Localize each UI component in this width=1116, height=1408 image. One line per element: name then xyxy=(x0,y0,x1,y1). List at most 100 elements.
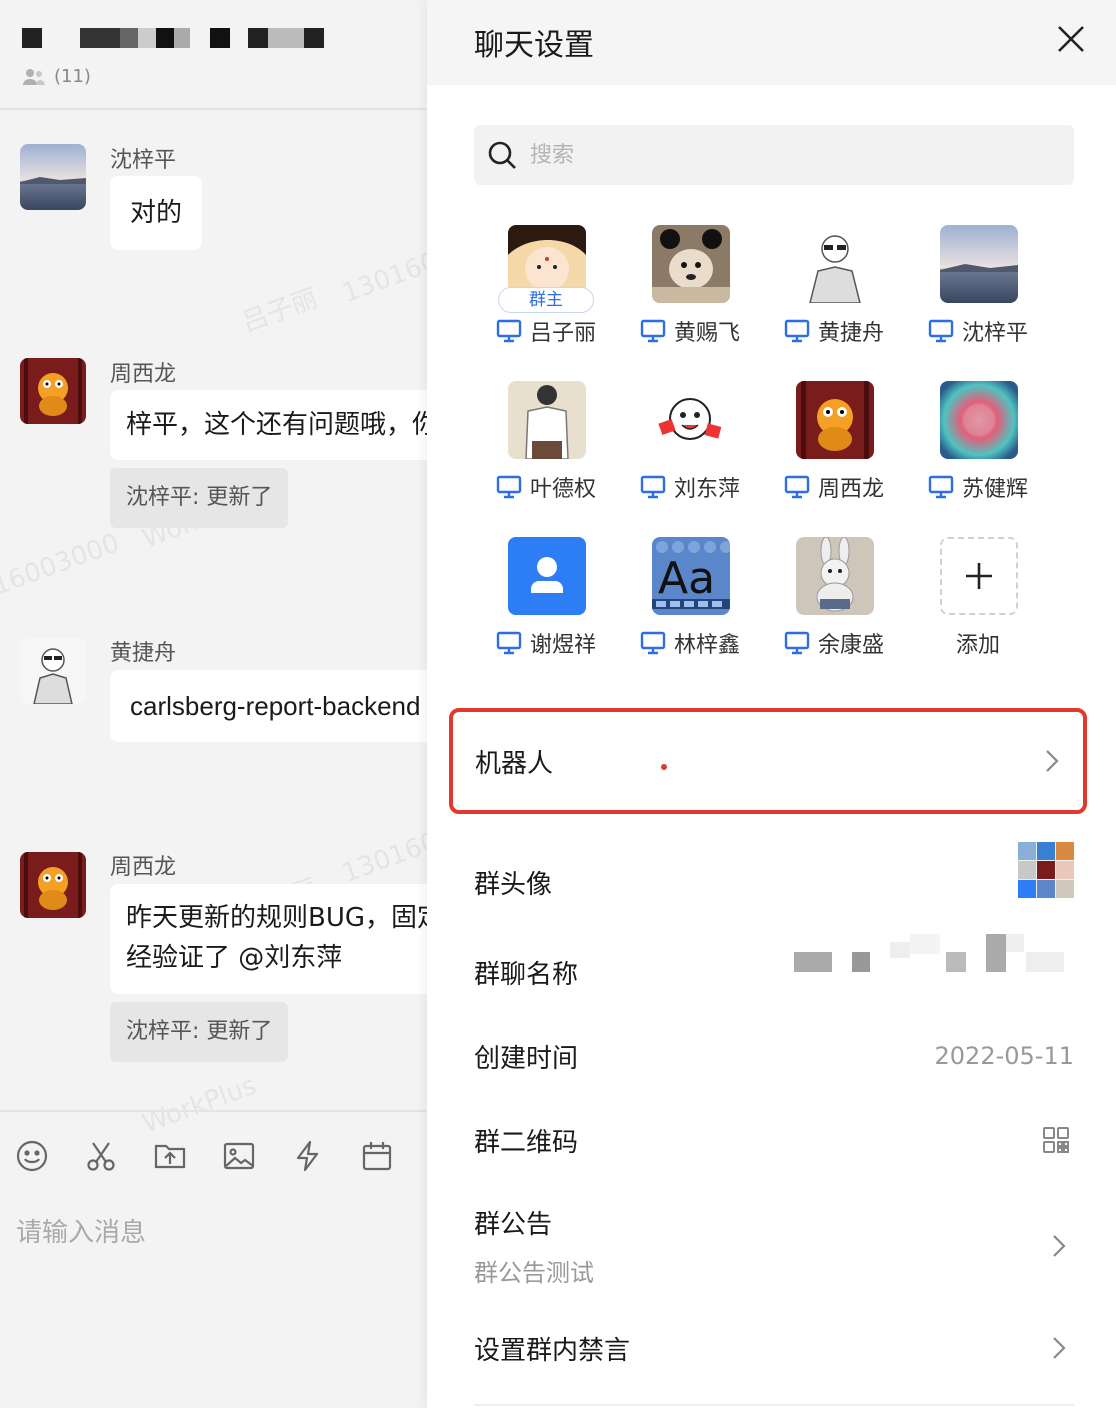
desktop-icon xyxy=(640,319,666,343)
avatar xyxy=(796,537,874,615)
member-item[interactable]: 黄捷舟 xyxy=(762,225,906,365)
file-upload-button[interactable] xyxy=(152,1138,188,1174)
member-item[interactable]: 沈梓平 xyxy=(906,225,1050,365)
announcement-row[interactable]: 群公告 群公告测试 xyxy=(474,1206,1074,1287)
avatar xyxy=(508,537,586,615)
emoji-button[interactable] xyxy=(14,1138,50,1174)
sender-name: 黄捷舟 xyxy=(110,641,177,666)
member-name: 黄捷舟 xyxy=(817,321,884,346)
schedule-button[interactable] xyxy=(359,1138,395,1174)
desktop-icon xyxy=(496,475,522,499)
watermark: 1301600 xyxy=(338,821,427,889)
member-name: 刘东萍 xyxy=(673,477,740,502)
member-label: 黄赐飞 xyxy=(618,315,762,347)
group-name-label: 群聊名称 xyxy=(474,959,579,990)
calendar-icon xyxy=(362,1142,392,1171)
message-input[interactable]: 请输入消息 xyxy=(16,1212,146,1249)
member-item[interactable]: 谢煜祥 xyxy=(474,537,618,677)
add-member-button[interactable]: 添加 xyxy=(906,537,1050,677)
created-time-row: 创建时间 2022-05-11 xyxy=(474,1038,1074,1074)
member-name: 吕子丽 xyxy=(529,321,596,346)
member-item[interactable]: 余康盛 xyxy=(762,537,906,677)
message-bubble[interactable]: carlsberg-report-backend xyxy=(110,670,427,742)
member-label: 余康盛 xyxy=(762,627,906,659)
announcement-preview: 群公告测试 xyxy=(474,1259,594,1287)
sender-name: 周西龙 xyxy=(110,362,177,387)
group-name-row[interactable]: 群聊名称 xyxy=(474,934,1074,992)
chevron-right-icon xyxy=(1053,1235,1066,1257)
search-input[interactable] xyxy=(530,142,1050,168)
created-time-value: 2022-05-11 xyxy=(934,1042,1074,1070)
created-time-label: 创建时间 xyxy=(474,1043,579,1074)
avatar xyxy=(508,381,586,459)
announcement-label: 群公告 xyxy=(474,1210,553,1240)
avatar xyxy=(652,225,730,303)
input-toolbar xyxy=(0,1110,427,1200)
message-line: 昨天更新的规则BUG，固定 xyxy=(126,903,427,933)
member-item[interactable]: 苏健辉 xyxy=(906,381,1050,521)
message-bubble[interactable]: 昨天更新的规则BUG，固定 经验证了 @刘东萍 xyxy=(110,884,427,994)
qr-code-icon xyxy=(1043,1127,1069,1153)
member-name: 叶德权 xyxy=(529,477,596,502)
desktop-icon xyxy=(640,475,666,499)
folder-upload-icon xyxy=(154,1144,186,1169)
member-label: 黄捷舟 xyxy=(762,315,906,347)
mute-label: 设置群内禁言 xyxy=(474,1335,631,1366)
member-search[interactable] xyxy=(474,125,1074,185)
reply-quote[interactable]: 沈梓平: 更新了 xyxy=(110,468,289,528)
members-icon xyxy=(23,68,45,85)
robot-setting-row[interactable]: 机器人 xyxy=(449,708,1087,814)
reply-quote[interactable]: 沈梓平: 更新了 xyxy=(110,1002,289,1062)
message-line: 经验证了 @刘东萍 xyxy=(126,943,343,973)
scissors-icon xyxy=(87,1142,115,1171)
group-avatar-row[interactable]: 群头像 xyxy=(474,842,1074,902)
member-name: 余康盛 xyxy=(817,633,884,658)
close-icon xyxy=(1058,26,1084,52)
lightning-icon xyxy=(296,1140,319,1172)
chat-title-blurred xyxy=(22,28,324,48)
desktop-icon xyxy=(640,631,666,655)
member-label: 叶德权 xyxy=(474,471,618,503)
group-avatar-label: 群头像 xyxy=(474,869,553,900)
desktop-icon xyxy=(496,631,522,655)
member-item[interactable]: 周西龙 xyxy=(762,381,906,521)
qr-code-row[interactable]: 群二维码 xyxy=(474,1122,1074,1158)
member-item[interactable]: 黄赐飞 xyxy=(618,225,762,365)
avatar: Aa xyxy=(652,537,730,615)
mute-row[interactable]: 设置群内禁言 xyxy=(474,1330,1074,1366)
quick-reply-button[interactable] xyxy=(290,1138,326,1174)
desktop-icon xyxy=(784,631,810,655)
add-box xyxy=(940,537,1018,615)
member-label: 添加 xyxy=(906,627,1050,659)
message-bubble[interactable]: 梓平，这个还有问题哦，你 xyxy=(110,390,427,460)
member-item[interactable]: Aa 林梓鑫 xyxy=(618,537,762,677)
chevron-right-icon xyxy=(1046,750,1059,772)
chat-panel: (11) 吕子丽 1301600 16003000 WorkPlus 吕子丽 1… xyxy=(0,0,427,1408)
avatar[interactable] xyxy=(20,144,86,210)
chat-header: (11) xyxy=(0,0,427,110)
message-bubble[interactable]: 对的 xyxy=(110,176,203,250)
svg-text:Aa: Aa xyxy=(658,553,715,604)
qr-code-label: 群二维码 xyxy=(474,1127,579,1158)
robot-label: 机器人 xyxy=(475,748,554,779)
close-button[interactable] xyxy=(1054,22,1088,56)
avatar xyxy=(940,381,1018,459)
screenshot-button[interactable] xyxy=(83,1138,119,1174)
member-name: 黄赐飞 xyxy=(673,321,740,346)
desktop-icon xyxy=(928,319,954,343)
avatar[interactable] xyxy=(20,358,86,424)
avatar[interactable] xyxy=(20,852,86,918)
sender-name: 周西龙 xyxy=(110,855,177,880)
desktop-icon xyxy=(928,475,954,499)
watermark: 1301600 xyxy=(338,241,427,309)
sender-name: 沈梓平 xyxy=(110,148,177,173)
image-button[interactable] xyxy=(221,1138,257,1174)
member-item[interactable]: 刘东萍 xyxy=(618,381,762,521)
chevron-right-icon xyxy=(1053,1337,1066,1359)
add-label: 添加 xyxy=(955,633,1000,658)
member-item[interactable]: 叶德权 xyxy=(474,381,618,521)
avatar[interactable] xyxy=(20,638,86,704)
member-count-text: (11) xyxy=(54,66,91,87)
member-item[interactable]: 群主 吕子丽 xyxy=(474,225,618,365)
member-count[interactable]: (11) xyxy=(22,66,91,87)
